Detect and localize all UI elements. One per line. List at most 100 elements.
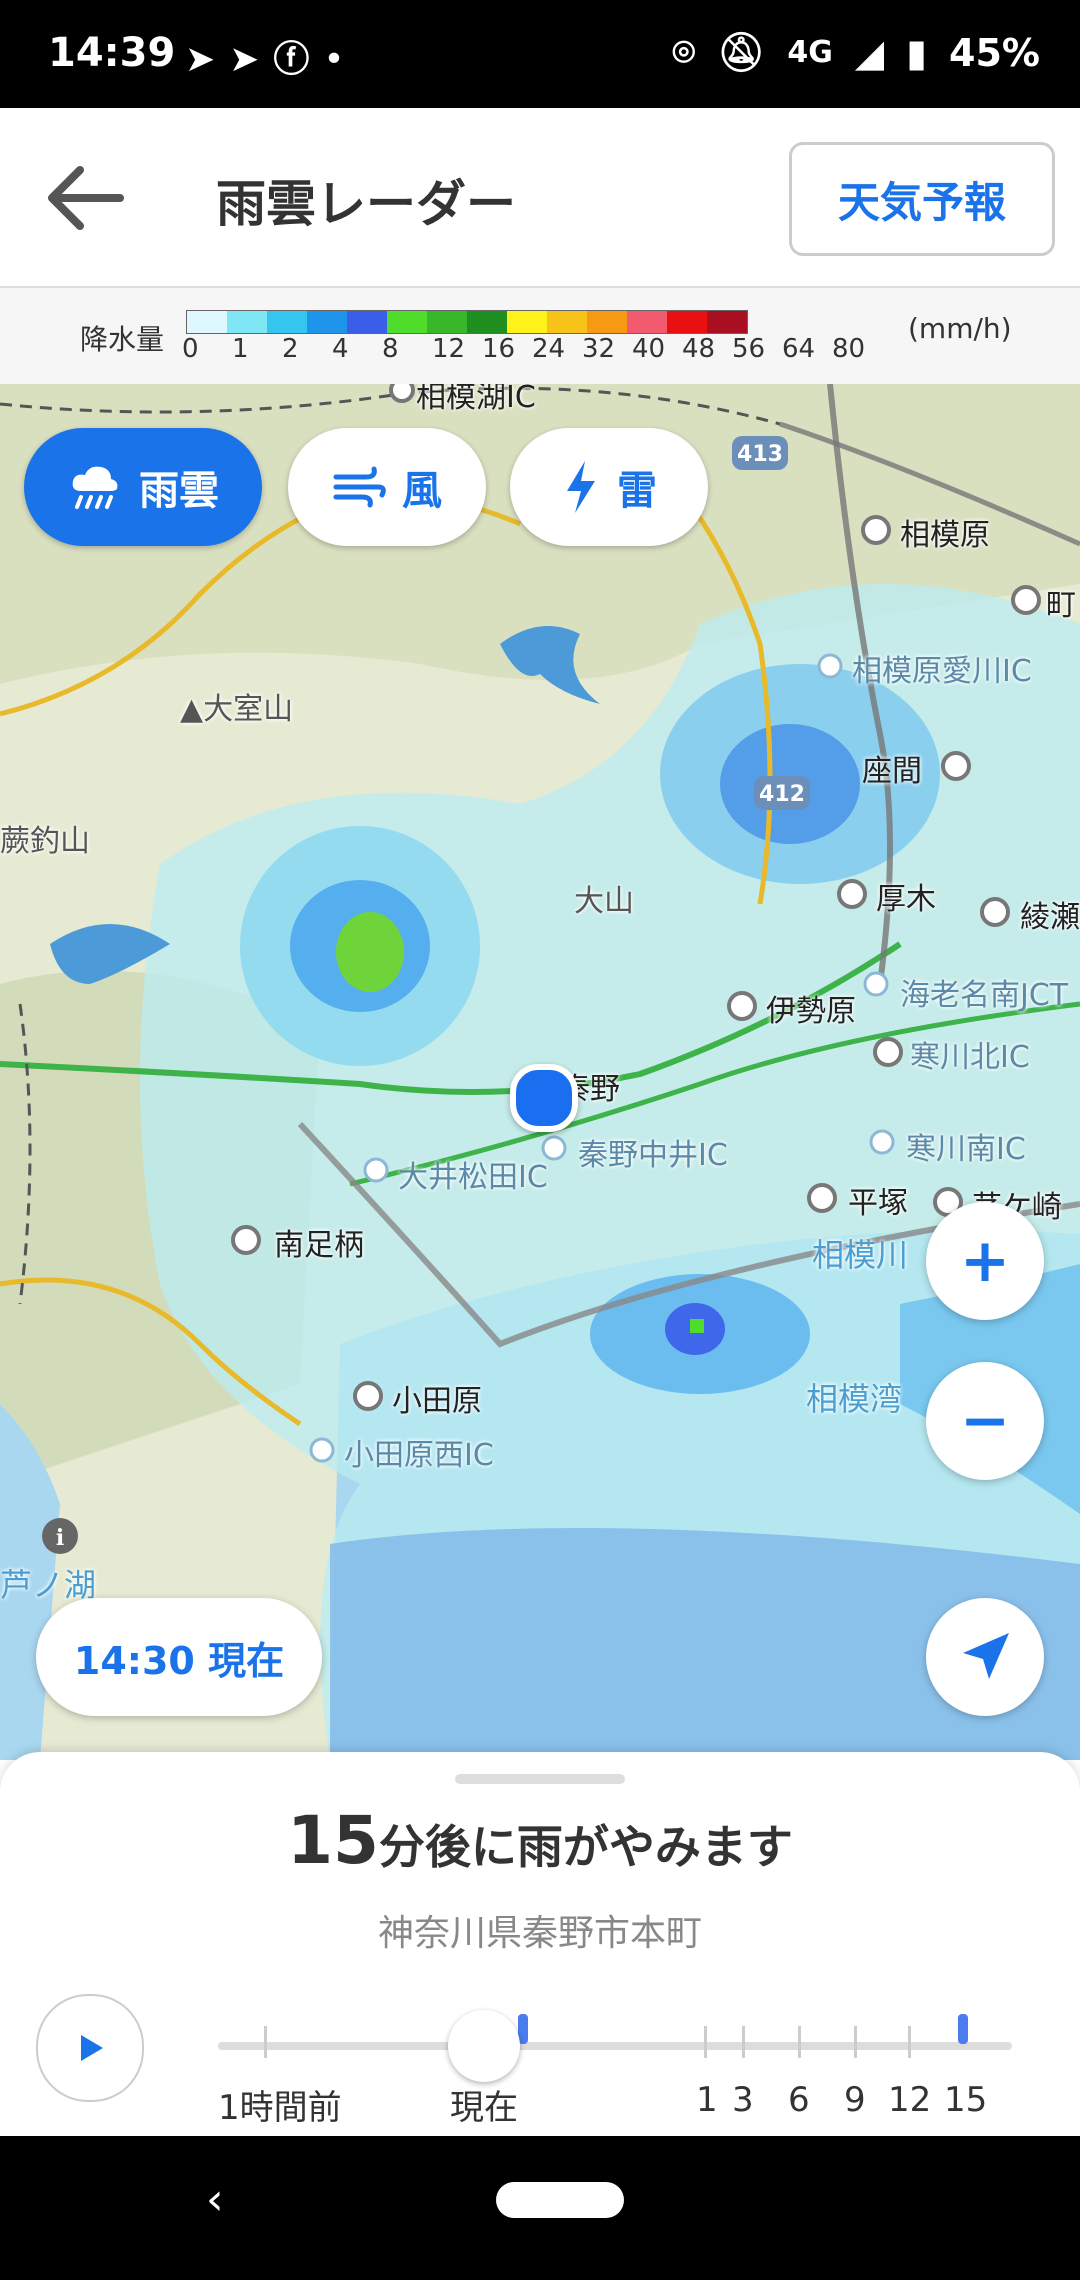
route-413-badge: 413 — [732, 436, 788, 470]
timeline-tick — [264, 2026, 267, 2058]
legend-color-swatch — [547, 311, 587, 333]
place-label: 寒川南IC — [906, 1132, 1026, 1167]
weather-forecast-button[interactable]: 天気予報 — [789, 142, 1055, 256]
sheet-handle[interactable] — [455, 1774, 625, 1784]
legend-tick-label: 32 — [582, 334, 616, 364]
signal-icon: ◢ — [854, 30, 885, 75]
play-button[interactable] — [36, 1994, 144, 2102]
minutes-value: 15 — [287, 1802, 379, 1879]
nav-back-icon[interactable]: ‹ — [206, 2174, 224, 2225]
layer-button-wind[interactable]: 風 — [288, 428, 486, 546]
info-icon[interactable]: i — [42, 1518, 78, 1554]
place-label: 相模湾 — [806, 1380, 903, 1418]
layer-button-rain-cloud[interactable]: 雨雲 — [24, 428, 262, 546]
place-label: 小田原 — [392, 1384, 482, 1419]
place-label: 町 — [1046, 588, 1076, 623]
place-label: ▲大室山 — [180, 692, 294, 727]
current-time-pill[interactable]: 14:30 現在 — [36, 1598, 322, 1716]
svg-text:412: 412 — [759, 782, 805, 807]
current-location-marker — [510, 1064, 578, 1132]
legend-color-scale — [186, 310, 748, 334]
legend-color-swatch — [507, 311, 547, 333]
place-label: 伊勢原 — [766, 994, 856, 1029]
place-label: 相模湖IC — [416, 384, 536, 415]
place-label: 海老名南JCT — [900, 978, 1069, 1013]
legend-label: 降水量 — [80, 323, 165, 356]
route-412-badge: 412 — [754, 776, 810, 810]
timeline-tick — [704, 2026, 707, 2058]
place-label: 平塚 — [848, 1186, 908, 1221]
paper-plane-icon: ➤ — [185, 39, 230, 80]
place-label: 相模原愛川IC — [852, 654, 1032, 689]
my-location-button[interactable] — [926, 1598, 1044, 1716]
timeline-tick — [798, 2026, 801, 2058]
legend-color-swatch — [467, 311, 507, 333]
back-arrow-icon[interactable] — [40, 158, 130, 238]
timeline-tick — [854, 2026, 857, 2058]
layer-button-lightning[interactable]: 雷 — [510, 428, 708, 546]
precipitation-legend: 降水量 0 1 2 4 8 12 16 24 32 40 48 56 64 80 (mm/h) — [0, 288, 1080, 384]
timeline-label: 1 — [696, 2080, 718, 2120]
timeline-label: 3 — [732, 2080, 754, 2120]
legend-tick-label: 64 — [782, 334, 816, 364]
legend-tick-label: 1 — [232, 334, 249, 364]
place-label: 相模原 — [900, 518, 990, 553]
timeline-label-1h-ago: 1時間前 — [218, 2088, 342, 2128]
layer-label: 風 — [402, 468, 442, 514]
svg-text:413: 413 — [737, 442, 783, 467]
place-label: 厚木 — [876, 882, 936, 917]
navigation-arrow-icon — [963, 1633, 1009, 1679]
place-label: 座間 — [862, 754, 922, 789]
forecast-message: 分後に雨がやみます — [378, 1820, 793, 1874]
nav-home-pill[interactable] — [496, 2182, 624, 2218]
place-label: 相模川 — [812, 1236, 909, 1274]
wind-icon — [333, 466, 386, 508]
battery-level: 45% — [949, 30, 1040, 75]
radar-map[interactable]: 413 412 i 相模湖IC 相模原 町 相模原愛川IC ▲大室山 座間 蕨釣… — [0, 384, 1080, 1760]
place-label: 大井松田IC — [398, 1160, 548, 1195]
lightning-icon — [567, 461, 595, 513]
legend-tick-label: 2 — [282, 334, 299, 364]
legend-color-swatch — [587, 311, 627, 333]
location-icon: ⌾ — [672, 30, 696, 74]
place-label: 寒川北IC — [910, 1040, 1030, 1075]
timeline-tick — [742, 2026, 745, 2058]
legend-tick-label: 56 — [732, 334, 766, 364]
timeline-label: 6 — [788, 2080, 810, 2120]
rain-cloud-icon — [72, 466, 118, 509]
legend-color-swatch — [387, 311, 427, 333]
legend-ticks: 0 1 2 4 8 12 16 24 32 40 48 56 64 80 — [170, 334, 890, 368]
timeline-label: 9 — [844, 2080, 866, 2120]
rain-marker — [958, 2014, 968, 2044]
legend-tick-label: 24 — [532, 334, 566, 364]
dot-icon: • — [323, 39, 359, 80]
timeline-tick — [908, 2026, 911, 2058]
timeline-label-now: 現在 — [450, 2088, 518, 2128]
status-time: 14:39 — [48, 30, 176, 76]
layer-label: 雷 — [617, 468, 657, 514]
legend-color-swatch — [267, 311, 307, 333]
legend-tick-label: 80 — [832, 334, 866, 364]
timeline-label: 12 — [888, 2080, 932, 2120]
legend-tick-label: 40 — [632, 334, 666, 364]
zoom-in-button[interactable]: + — [926, 1202, 1044, 1320]
page-title: 雨雲レーダー — [216, 175, 516, 233]
location-address: 神奈川県秦野市本町 — [377, 1913, 702, 1954]
legend-color-swatch — [667, 311, 707, 333]
timeline-track[interactable] — [218, 2042, 1012, 2050]
legend-unit: (mm/h) — [908, 312, 1012, 345]
play-icon — [81, 2035, 103, 2061]
legend-tick-label: 12 — [432, 334, 466, 364]
legend-color-swatch — [347, 311, 387, 333]
timeline-label: 15 — [944, 2080, 988, 2120]
timeline-slider-thumb[interactable] — [448, 2010, 520, 2082]
place-label: 南足柄 — [274, 1228, 364, 1263]
bell-off-icon: 🔕︎ — [717, 30, 766, 74]
zoom-out-button[interactable]: − — [926, 1362, 1044, 1480]
place-label: 大山 — [574, 884, 634, 919]
legend-tick-label: 48 — [682, 334, 716, 364]
facebook-icon: ⓕ — [273, 39, 324, 80]
legend-tick-label: 0 — [182, 334, 199, 364]
network-type: 4G — [787, 35, 833, 70]
paper-plane-icon: ➤ — [229, 39, 274, 80]
